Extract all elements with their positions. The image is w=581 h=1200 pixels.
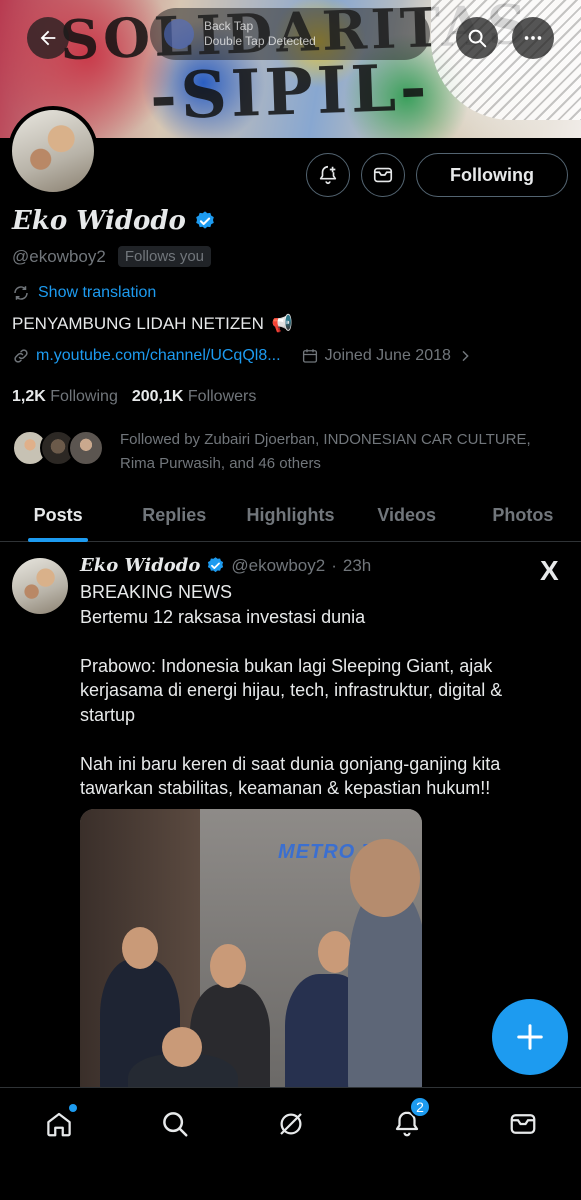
bottom-navigation: 2 [0, 1087, 581, 1200]
profile-website-link[interactable]: m.youtube.com/channel/UCqQl8... [36, 347, 281, 365]
following-label: Following [50, 388, 118, 405]
megaphone-icon: 📢 [271, 314, 294, 333]
back-tap-overlay: Back Tap Double Tap Detected [150, 8, 430, 60]
more-options-button[interactable] [512, 17, 554, 59]
profile-bio: PENYAMBUNG LIDAH NETIZEN 📢 [12, 314, 293, 334]
tab-photos[interactable]: Photos [465, 490, 581, 541]
video-person [348, 889, 422, 1099]
overlay-title: Back Tap [204, 19, 254, 33]
followed-by-avatars [12, 428, 108, 468]
followed-by-text: Followed by Zubairi Djoerban, INDONESIAN… [120, 431, 531, 472]
video-person-head [162, 1027, 202, 1067]
following-button[interactable]: Following [416, 153, 568, 197]
chevron-right-icon [462, 350, 469, 362]
followers-count-link[interactable]: 200,1K Followers [132, 388, 257, 406]
tab-posts[interactable]: Posts [0, 490, 116, 542]
notifications-subscribe-button[interactable] [306, 153, 350, 197]
tab-replies[interactable]: Replies [116, 490, 232, 541]
followed-by-row[interactable]: Followed by Zubairi Djoerban, INDONESIAN… [12, 428, 565, 476]
arrow-left-icon [40, 30, 56, 46]
nav-messages[interactable] [501, 1102, 545, 1146]
nav-home[interactable] [37, 1102, 81, 1146]
post-author-name[interactable]: Eko Widodo [80, 555, 200, 576]
follower-avatar [68, 430, 104, 466]
video-person-head [318, 931, 352, 973]
nav-search[interactable] [153, 1102, 197, 1146]
post-time[interactable]: 23h [343, 556, 371, 576]
nav-grok[interactable] [269, 1102, 313, 1146]
calendar-icon [302, 349, 317, 363]
bell-plus-icon [319, 165, 337, 185]
envelope-icon [510, 1114, 536, 1134]
follows-you-badge: Follows you [117, 246, 212, 267]
follow-counts: 1,2K Following 200,1K Followers [12, 388, 256, 406]
show-translation-link[interactable]: Show translation [12, 284, 156, 302]
home-icon [47, 1112, 71, 1137]
following-count: 1,2K [12, 388, 46, 405]
message-button[interactable] [361, 153, 405, 197]
bio-text: PENYAMBUNG LIDAH NETIZEN [12, 314, 264, 333]
overlay-subtitle: Double Tap Detected [204, 34, 316, 48]
video-person-head [122, 927, 158, 969]
tab-highlights[interactable]: Highlights [232, 490, 348, 541]
search-icon [468, 29, 487, 48]
post-body: BREAKING NEWS Bertemu 12 raksasa investa… [80, 582, 503, 798]
tab-videos[interactable]: Videos [349, 490, 465, 541]
handle-row: @ekowboy2 Follows you [12, 246, 212, 267]
following-count-link[interactable]: 1,2K Following [12, 388, 118, 406]
post-video[interactable]: METRO TV [80, 809, 422, 1099]
followers-count: 200,1K [131, 388, 184, 405]
banner-wing-art [431, 0, 581, 120]
grok-icon [280, 1113, 302, 1135]
compose-post-button[interactable] [492, 999, 568, 1075]
profile-name-row: Eko Widodo [12, 206, 216, 236]
back-button[interactable] [27, 17, 69, 59]
search-icon [163, 1112, 188, 1137]
profile-avatar[interactable] [8, 106, 98, 196]
overlay-icon [164, 19, 194, 49]
post-header: Eko Widodo @ekowboy2 · 23h [80, 555, 371, 576]
video-person-head [350, 839, 420, 917]
translate-icon [14, 286, 28, 300]
post-author-avatar[interactable] [12, 558, 68, 614]
notifications-badge: 2 [409, 1096, 431, 1118]
verified-badge-icon [208, 557, 224, 573]
banner-text-2: -SIPIL- [148, 50, 432, 135]
profile-tabs: Posts Replies Highlights Videos Photos [0, 490, 581, 542]
post-author-handle: @ekowboy2 [231, 555, 326, 575]
link-icon [14, 349, 28, 363]
followers-label: Followers [187, 388, 257, 405]
search-button[interactable] [456, 17, 498, 59]
joined-date[interactable]: Joined June 2018 [325, 347, 451, 365]
home-unread-dot [69, 1104, 77, 1112]
verified-badge-icon [196, 211, 214, 229]
video-person-head [210, 944, 246, 988]
profile-name: Eko Widodo [12, 206, 186, 236]
profile-meta: m.youtube.com/channel/UCqQl8... Joined J… [12, 347, 473, 365]
envelope-icon [373, 167, 393, 183]
profile-handle: @ekowboy2 [12, 246, 106, 266]
plus-icon [517, 1024, 543, 1050]
show-translation-label: Show translation [38, 284, 157, 301]
nav-notifications[interactable]: 2 [385, 1096, 431, 1146]
more-dots-icon [524, 36, 542, 40]
post-separator: · [331, 555, 337, 575]
